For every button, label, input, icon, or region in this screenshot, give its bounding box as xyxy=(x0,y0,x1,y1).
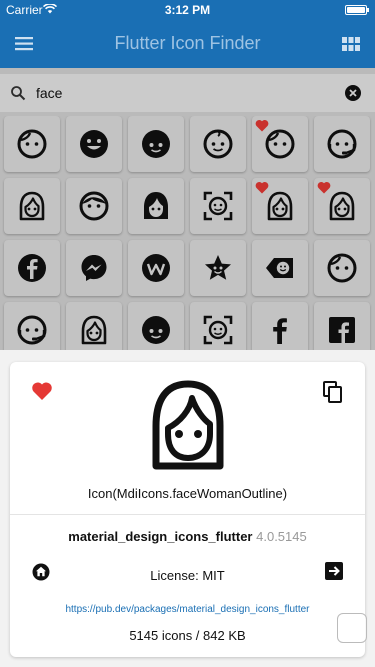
icon-tile[interactable] xyxy=(190,116,246,172)
app-badge-icon xyxy=(337,613,367,643)
icon-detail-card: Icon(MdiIcons.faceWomanOutline) material… xyxy=(10,362,365,657)
icon-tile[interactable] xyxy=(190,302,246,350)
icon-tile[interactable] xyxy=(128,178,184,234)
clear-search-icon[interactable] xyxy=(345,85,361,101)
battery-icon xyxy=(345,5,369,15)
face-woman-dark-icon xyxy=(144,192,168,219)
emoticon-happy-icon xyxy=(80,130,108,158)
icon-results-grid xyxy=(0,116,375,350)
facebook-icon xyxy=(18,254,46,282)
icon-tile[interactable] xyxy=(128,302,184,350)
icon-tile[interactable] xyxy=(252,116,308,172)
face-man-icon xyxy=(79,191,109,221)
icon-tile[interactable] xyxy=(66,116,122,172)
icon-tile[interactable] xyxy=(66,302,122,350)
icon-code-name: Icon(MdiIcons.faceWomanOutline) xyxy=(87,486,288,501)
favorite-heart-icon xyxy=(255,182,269,194)
baby-face-icon xyxy=(203,129,233,159)
icon-tile[interactable] xyxy=(4,302,60,350)
copy-icon[interactable] xyxy=(323,381,343,403)
face-agent-outline-icon xyxy=(17,315,47,345)
facebook-messenger-icon xyxy=(81,255,107,281)
icon-tile[interactable] xyxy=(190,240,246,296)
icon-detail-sheet: Icon(MdiIcons.faceWomanOutline) material… xyxy=(0,350,375,667)
search-bar xyxy=(0,74,375,112)
icon-tile[interactable] xyxy=(128,116,184,172)
package-stats: 5145 icons / 842 KB xyxy=(129,628,246,643)
status-bar: Carrier 3:12 PM xyxy=(0,0,375,20)
divider xyxy=(10,514,365,515)
tag-faces-icon xyxy=(266,258,293,278)
icon-tile[interactable] xyxy=(128,240,184,296)
package-info: material_design_icons_flutter 4.0.5145 xyxy=(10,529,365,544)
app-title: Flutter Icon Finder xyxy=(114,33,261,53)
package-version: 4.0.5145 xyxy=(256,529,307,544)
icon-tile[interactable] xyxy=(252,302,308,350)
icon-tile[interactable] xyxy=(66,240,122,296)
face-icon xyxy=(17,129,47,159)
favorite-heart-icon[interactable] xyxy=(31,381,53,401)
facebook-f-icon xyxy=(273,318,287,344)
icon-tile[interactable] xyxy=(4,116,60,172)
icon-tile[interactable] xyxy=(314,178,370,234)
icon-tile[interactable] xyxy=(4,240,60,296)
app-bar: Flutter Icon Finder xyxy=(0,20,375,68)
face-outline-icon xyxy=(327,253,357,283)
face-recognition-outline-icon xyxy=(203,315,233,345)
favorite-heart-icon xyxy=(255,120,269,132)
icon-tile[interactable] xyxy=(252,178,308,234)
face-profile-icon xyxy=(265,129,295,159)
face-woman-icon xyxy=(19,191,45,221)
favorite-heart-icon xyxy=(317,182,331,194)
open-link-icon[interactable] xyxy=(325,562,343,580)
face-recognition-icon xyxy=(203,191,233,221)
icon-tile[interactable] xyxy=(314,116,370,172)
face-woman-icon xyxy=(267,191,293,221)
face-agent-icon xyxy=(327,129,357,159)
search-icon xyxy=(11,86,26,101)
package-name: material_design_icons_flutter xyxy=(68,529,253,544)
face-woman-line-icon xyxy=(81,315,107,345)
license-label: License: MIT xyxy=(150,568,225,583)
star-face-icon xyxy=(205,255,231,280)
facebook-workplace-icon xyxy=(142,254,170,282)
icon-tile[interactable] xyxy=(314,302,370,350)
face-woman-outline-icon xyxy=(329,191,355,221)
face-dark-icon xyxy=(142,130,170,158)
clock: 3:12 PM xyxy=(164,3,211,17)
face-man-dark-icon xyxy=(142,316,170,344)
face-woman-outline-icon xyxy=(152,380,224,470)
icon-tile[interactable] xyxy=(314,240,370,296)
icon-tile[interactable] xyxy=(66,178,122,234)
facebook-box-icon xyxy=(329,317,355,343)
search-input[interactable] xyxy=(36,81,336,105)
icon-tile[interactable] xyxy=(252,240,308,296)
icon-tile[interactable] xyxy=(4,178,60,234)
grid-view-icon[interactable] xyxy=(341,34,361,54)
package-url-link[interactable]: https://pub.dev/packages/material_design… xyxy=(10,604,365,615)
icon-tile[interactable] xyxy=(190,178,246,234)
